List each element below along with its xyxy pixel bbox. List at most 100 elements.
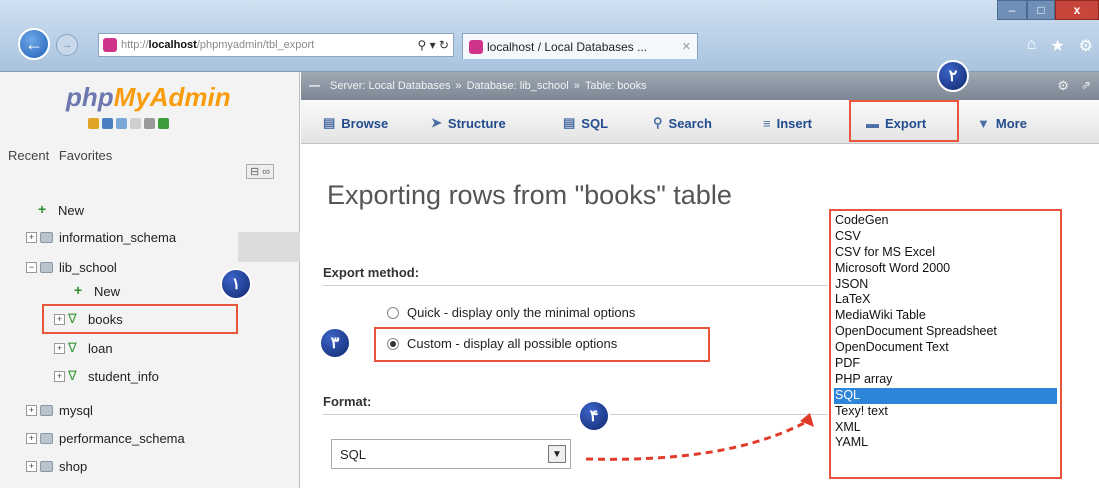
tree-item-information-schema[interactable]: + information_schema: [26, 225, 176, 249]
tab-label: Search: [668, 115, 712, 131]
format-option[interactable]: Microsoft Word 2000: [834, 261, 1057, 277]
tab-more[interactable]: ▼ More: [977, 112, 1027, 134]
format-option[interactable]: CodeGen: [834, 213, 1057, 229]
expand-icon[interactable]: +: [54, 342, 65, 354]
format-option[interactable]: MediaWiki Table: [834, 308, 1057, 324]
format-option[interactable]: XML: [834, 420, 1057, 436]
chevron-down-icon[interactable]: ▼: [548, 445, 566, 463]
breadcrumb-database[interactable]: Database: lib_school: [467, 80, 569, 92]
chevron-down-icon: ▼: [977, 115, 990, 131]
tree-label: information_schema: [59, 229, 177, 245]
help-icon[interactable]: [116, 118, 127, 129]
home-icon[interactable]: ⌂: [1027, 36, 1037, 56]
logo-myadmin: MyAdmin: [113, 82, 231, 112]
expand-icon[interactable]: +: [54, 370, 65, 382]
double-arrow-icon[interactable]: ⇗: [1081, 78, 1091, 92]
tab-sql[interactable]: ▤ SQL: [563, 112, 608, 134]
tab-structure[interactable]: ➤ Structure: [431, 112, 506, 134]
reload-icon[interactable]: [158, 118, 169, 129]
format-option[interactable]: PHP array: [834, 372, 1057, 388]
tree-item-performance-schema[interactable]: + performance_schema: [26, 426, 185, 450]
collapse-icon[interactable]: −: [26, 261, 37, 273]
settings-gear-icon[interactable]: ⚙: [1079, 36, 1093, 56]
phpmyadmin-logo[interactable]: phpMyAdmin: [66, 82, 231, 113]
custom-highlight-box: [374, 327, 710, 362]
selected-row-bg: [238, 232, 300, 262]
breadcrumb-server[interactable]: Server: Local Databases: [330, 80, 450, 92]
logout-icon[interactable]: [102, 118, 113, 129]
tab-browse[interactable]: ▤ Browse: [323, 112, 388, 134]
books-highlight-box: [42, 304, 238, 334]
format-option[interactable]: CSV: [834, 229, 1057, 245]
tree-item-shop[interactable]: + shop: [26, 454, 87, 478]
radio-icon[interactable]: [387, 306, 399, 319]
search-refresh-icon[interactable]: ⚲ ▾ ↻: [413, 38, 449, 52]
tree-label: loan: [88, 340, 113, 356]
maximize-button[interactable]: □: [1027, 0, 1055, 20]
tab-label: SQL: [581, 115, 609, 131]
format-option[interactable]: OpenDocument Text: [834, 340, 1057, 356]
favicon-icon: [103, 38, 117, 52]
collapse-all-icon[interactable]: ⊟ ∞: [246, 164, 275, 179]
recent-link[interactable]: Recent: [8, 148, 49, 163]
browser-tab[interactable]: localhost / Local Databases ... ✕: [462, 33, 698, 59]
new-icon: +: [74, 282, 83, 298]
format-option[interactable]: YAML: [834, 435, 1057, 451]
minimize-button[interactable]: –: [997, 0, 1027, 20]
format-select[interactable]: SQL ▼: [331, 439, 571, 469]
database-icon: [40, 261, 53, 273]
format-option[interactable]: SQL: [834, 387, 1057, 404]
back-button[interactable]: ←: [18, 28, 50, 60]
address-bar[interactable]: http:// localhost /phpmyadmin/tbl_export…: [98, 33, 454, 57]
sql-icon: ▤: [563, 115, 576, 130]
tab-label: Insert: [776, 115, 812, 131]
step-badge-1: ١: [220, 268, 252, 300]
expand-icon[interactable]: +: [26, 404, 37, 416]
format-option[interactable]: PDF: [834, 356, 1057, 372]
tree-item-mysql[interactable]: + mysql: [26, 398, 93, 422]
favorites-link[interactable]: Favorites: [59, 148, 112, 163]
tree-item-new-db[interactable]: + New: [38, 198, 84, 222]
step-badge-2: ٢: [937, 60, 969, 92]
tree-item-new-table[interactable]: + New: [74, 279, 120, 303]
radio-label: Quick - display only the minimal options: [407, 305, 636, 320]
tree-label: shop: [59, 458, 88, 474]
structure-icon: ➤: [431, 115, 442, 130]
tree-item-student-info[interactable]: + ∇ student_info: [54, 364, 159, 388]
format-value: SQL: [340, 446, 367, 462]
settings-icon[interactable]: [144, 118, 155, 129]
format-option[interactable]: Texy! text: [834, 404, 1057, 420]
insert-icon: ≡: [763, 115, 771, 131]
search-icon: ⚲: [653, 115, 663, 130]
tab-insert[interactable]: ≡ Insert: [763, 112, 812, 134]
favorites-star-icon[interactable]: ★: [1050, 36, 1064, 56]
format-dropdown-list[interactable]: CodeGen CSV CSV for MS Excel Microsoft Word…: [829, 209, 1062, 479]
tree-label: lib_school: [59, 259, 117, 275]
format-option[interactable]: CSV for MS Excel: [834, 245, 1057, 261]
expand-icon[interactable]: +: [26, 231, 37, 243]
database-icon: [40, 432, 53, 444]
format-option[interactable]: LaTeX: [834, 292, 1057, 308]
collapse-nav-icon[interactable]: —: [309, 80, 320, 92]
breadcrumb-table[interactable]: Table: books: [585, 80, 647, 92]
tree-item-loan[interactable]: + ∇ loan: [54, 336, 113, 360]
home-icon[interactable]: [88, 118, 99, 129]
format-option[interactable]: JSON: [834, 277, 1057, 293]
tree-item-lib-school[interactable]: − lib_school: [26, 255, 117, 279]
tab-favicon-icon: [469, 39, 483, 54]
docs-icon[interactable]: [130, 118, 141, 129]
url-host: localhost: [148, 39, 197, 51]
export-highlight-box: [849, 100, 959, 142]
tab-close-icon[interactable]: ✕: [682, 40, 691, 53]
expand-icon[interactable]: +: [26, 432, 37, 444]
forward-button[interactable]: →: [56, 34, 78, 56]
quick-export-radio[interactable]: Quick - display only the minimal options: [387, 305, 635, 320]
tab-label: Structure: [447, 115, 506, 131]
close-window-button[interactable]: x: [1055, 0, 1099, 20]
tab-search[interactable]: ⚲ Search: [653, 112, 712, 134]
window-controls: – □ x: [997, 0, 1099, 20]
logo-php: php: [66, 82, 114, 112]
gear-icon[interactable]: ⚙: [1057, 78, 1069, 94]
expand-icon[interactable]: +: [26, 460, 37, 472]
format-option[interactable]: OpenDocument Spreadsheet: [834, 324, 1057, 340]
